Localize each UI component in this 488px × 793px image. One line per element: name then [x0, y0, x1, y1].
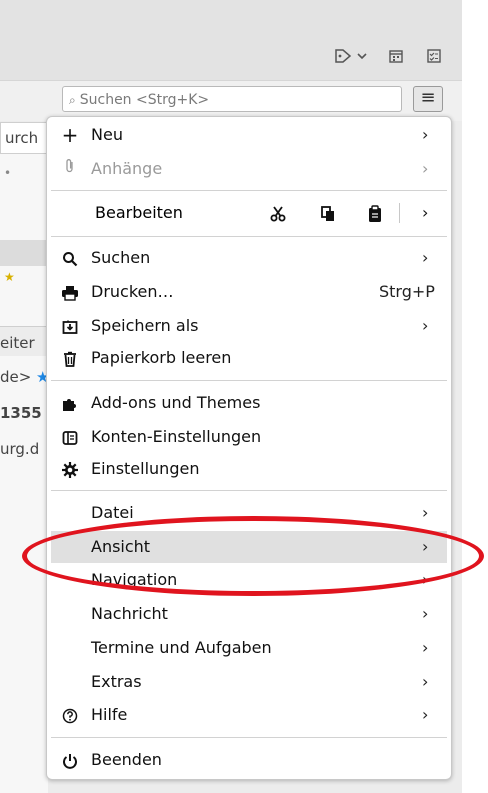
- puzzle-icon: [60, 387, 80, 419]
- chevron-down-icon[interactable]: [356, 50, 368, 64]
- menu-item-navigation[interactable]: Navigation ›: [47, 564, 451, 596]
- chevron-right-icon: ›: [422, 705, 429, 724]
- calendar-icon[interactable]: [388, 48, 404, 68]
- chevron-right-icon: ›: [422, 503, 429, 522]
- menu-item-suchen[interactable]: Suchen ›: [47, 242, 451, 274]
- save-as-icon: [60, 310, 80, 342]
- cut-icon[interactable]: [269, 197, 287, 229]
- chevron-right-icon: ›: [422, 604, 429, 623]
- chevron-right-icon: ›: [422, 672, 429, 691]
- menu-item-datei[interactable]: Datei ›: [47, 497, 451, 529]
- app-menu-button[interactable]: ≡: [413, 86, 443, 112]
- selected-message-row[interactable]: [0, 240, 48, 266]
- paperclip-icon: [60, 153, 80, 185]
- menu-item-beenden[interactable]: Beenden: [47, 744, 451, 776]
- header-fragment-1: eiter: [0, 334, 35, 352]
- search-placeholder: Suchen <Strg+K>: [79, 92, 210, 108]
- chevron-right-icon: ›: [422, 537, 429, 556]
- header-fragment-2: de>: [0, 368, 32, 386]
- menu-item-nachricht[interactable]: Nachricht ›: [47, 598, 451, 630]
- edit-label: Bearbeiten: [95, 203, 183, 222]
- chevron-right-icon: ›: [422, 316, 429, 335]
- printer-icon: [60, 276, 80, 308]
- header-fragment-4: urg.d: [0, 440, 40, 458]
- paste-icon[interactable]: [367, 197, 383, 229]
- quick-filter-input[interactable]: urch: [0, 122, 48, 154]
- tag-icon[interactable]: [334, 48, 352, 68]
- menu-item-addons[interactable]: Add-ons und Themes: [47, 387, 451, 419]
- gear-icon: [60, 453, 80, 485]
- chevron-right-icon: ›: [422, 125, 429, 144]
- menu-item-einstellungen[interactable]: Einstellungen: [47, 453, 451, 485]
- menu-item-termine-und-aufgaben[interactable]: Termine und Aufgaben ›: [47, 632, 451, 664]
- account-settings-icon: [60, 421, 80, 453]
- print-shortcut: Strg+P: [379, 282, 435, 301]
- plus-icon: +: [61, 123, 79, 147]
- list-item-marker: •: [4, 166, 12, 180]
- menu-separator: [51, 236, 447, 237]
- menu-item-neu[interactable]: + Neu ›: [47, 119, 451, 151]
- chevron-right-icon: ›: [422, 638, 429, 657]
- search-icon: [60, 242, 80, 274]
- menu-separator: [51, 190, 447, 191]
- menu-item-anhaenge[interactable]: Anhänge ›: [47, 153, 451, 185]
- chevron-right-icon: ›: [422, 248, 429, 267]
- menu-item-konten-einstellungen[interactable]: Konten-Einstellungen: [47, 421, 451, 453]
- menu-edit-row: Bearbeiten ›: [47, 197, 451, 229]
- chevron-right-icon[interactable]: ›: [422, 197, 428, 229]
- app-menu-popup: + Neu › Anhänge › Bearbeiten › Suchen ›: [46, 116, 452, 780]
- edit-row-divider: [399, 203, 400, 223]
- unified-toolbar: [0, 0, 462, 80]
- menu-item-drucken[interactable]: Drucken… Strg+P: [47, 276, 451, 308]
- menu-separator: [51, 380, 447, 381]
- pane-divider: [0, 326, 48, 327]
- global-search-input[interactable]: ⌕ Suchen <Strg+K>: [62, 86, 402, 112]
- menu-separator: [51, 737, 447, 738]
- copy-icon[interactable]: [319, 197, 337, 229]
- chevron-right-icon: ›: [422, 570, 429, 589]
- menu-separator: [51, 490, 447, 491]
- header-fragment-3: 1355: [0, 404, 42, 422]
- help-icon: [60, 699, 80, 731]
- search-icon: ⌕: [69, 93, 76, 107]
- menu-item-extras[interactable]: Extras ›: [47, 666, 451, 698]
- outer-margin: [462, 0, 488, 793]
- trash-icon: [60, 342, 80, 374]
- menu-item-hilfe[interactable]: Hilfe ›: [47, 699, 451, 731]
- menu-item-speichern-als[interactable]: Speichern als ›: [47, 310, 451, 342]
- power-icon: [60, 744, 80, 776]
- menu-item-papierkorb-leeren[interactable]: Papierkorb leeren: [47, 342, 451, 374]
- hamburger-menu-icon: ≡: [420, 87, 436, 108]
- star-icon[interactable]: ★: [4, 270, 52, 284]
- chevron-right-icon: ›: [422, 159, 429, 178]
- tasks-icon[interactable]: [426, 48, 442, 68]
- menu-item-ansicht[interactable]: Ansicht ›: [51, 531, 447, 563]
